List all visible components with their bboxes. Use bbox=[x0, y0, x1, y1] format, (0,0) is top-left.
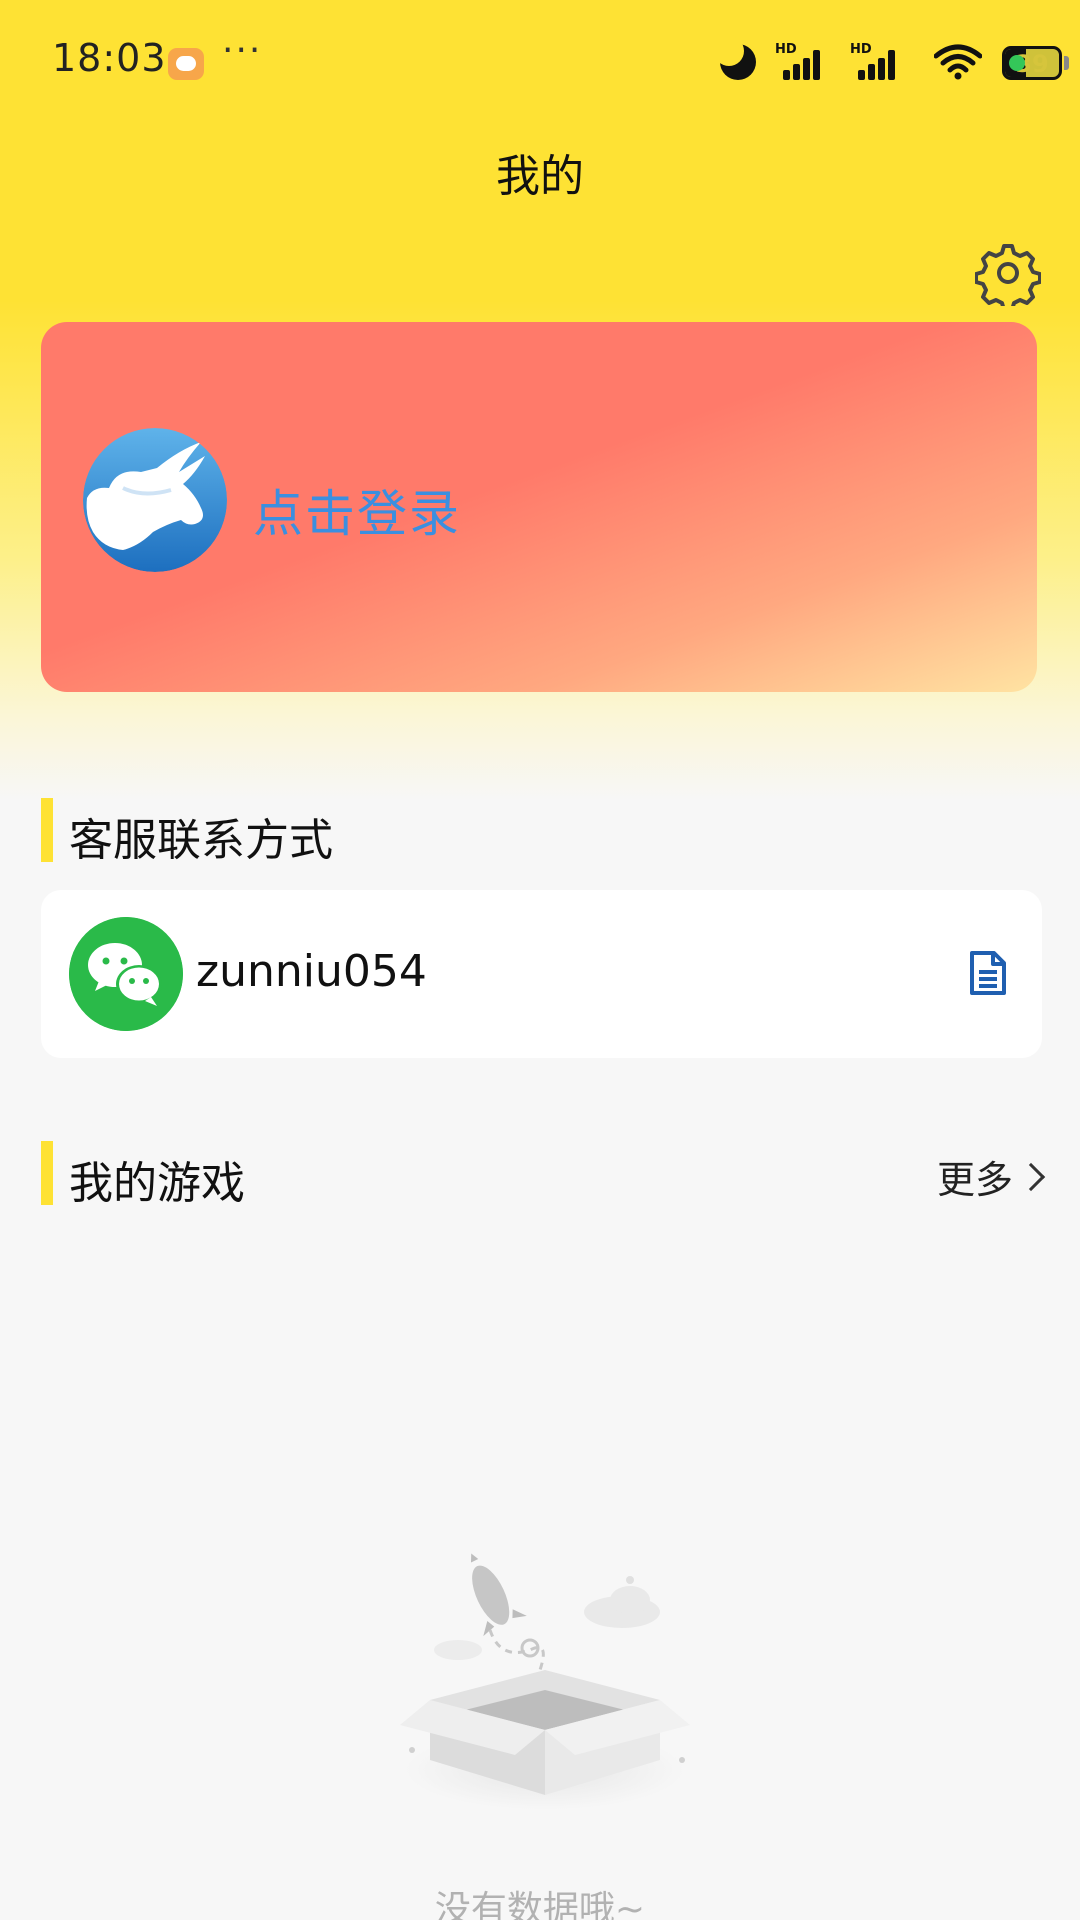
empty-box-illustration bbox=[400, 1553, 690, 1810]
contact-section-title: 客服联系方式 bbox=[69, 815, 333, 866]
section-accent-bar bbox=[41, 1141, 53, 1205]
more-notifications-icon: ··· bbox=[222, 30, 263, 71]
section-accent-bar bbox=[41, 798, 53, 862]
settings-gear-icon[interactable] bbox=[975, 240, 1041, 306]
status-time: 18:03 bbox=[52, 36, 167, 80]
games-section-header: 我的游戏 更多 bbox=[41, 1141, 1046, 1209]
wechat-id: zunniu054 bbox=[196, 946, 427, 997]
signal-icon: HD bbox=[850, 42, 900, 80]
signal-icon: HD bbox=[775, 42, 825, 80]
wifi-icon bbox=[934, 44, 982, 80]
more-games-link[interactable]: 更多 bbox=[937, 1149, 1046, 1204]
bull-logo-icon[interactable] bbox=[83, 428, 227, 572]
copy-document-icon[interactable] bbox=[969, 950, 1007, 996]
login-card[interactable]: 点击登录 bbox=[41, 322, 1037, 692]
empty-state-message: 没有数据哦~ bbox=[434, 1889, 646, 1920]
moon-icon bbox=[714, 36, 756, 80]
notification-icon bbox=[168, 48, 204, 80]
login-prompt[interactable]: 点击登录 bbox=[253, 474, 461, 546]
wechat-contact-card: zunniu054 bbox=[41, 890, 1042, 1058]
chevron-right-icon[interactable] bbox=[1016, 1162, 1046, 1192]
network-type-label: HD bbox=[850, 42, 872, 57]
page-title: 我的 bbox=[496, 151, 584, 202]
status-bar: 18:03 ··· HD HD 39 bbox=[0, 0, 1080, 130]
network-type-label: HD bbox=[775, 42, 797, 57]
privacy-indicator-dot bbox=[1009, 55, 1025, 71]
mine-screen: 18:03 ··· HD HD 39 我的 点击登录 客服联系方式 zunniu… bbox=[0, 0, 1080, 1920]
more-games-label[interactable]: 更多 bbox=[937, 1158, 1013, 1202]
wechat-icon bbox=[69, 917, 183, 1031]
games-section-title: 我的游戏 bbox=[69, 1158, 245, 1209]
contact-section-header: 客服联系方式 bbox=[41, 798, 1041, 866]
